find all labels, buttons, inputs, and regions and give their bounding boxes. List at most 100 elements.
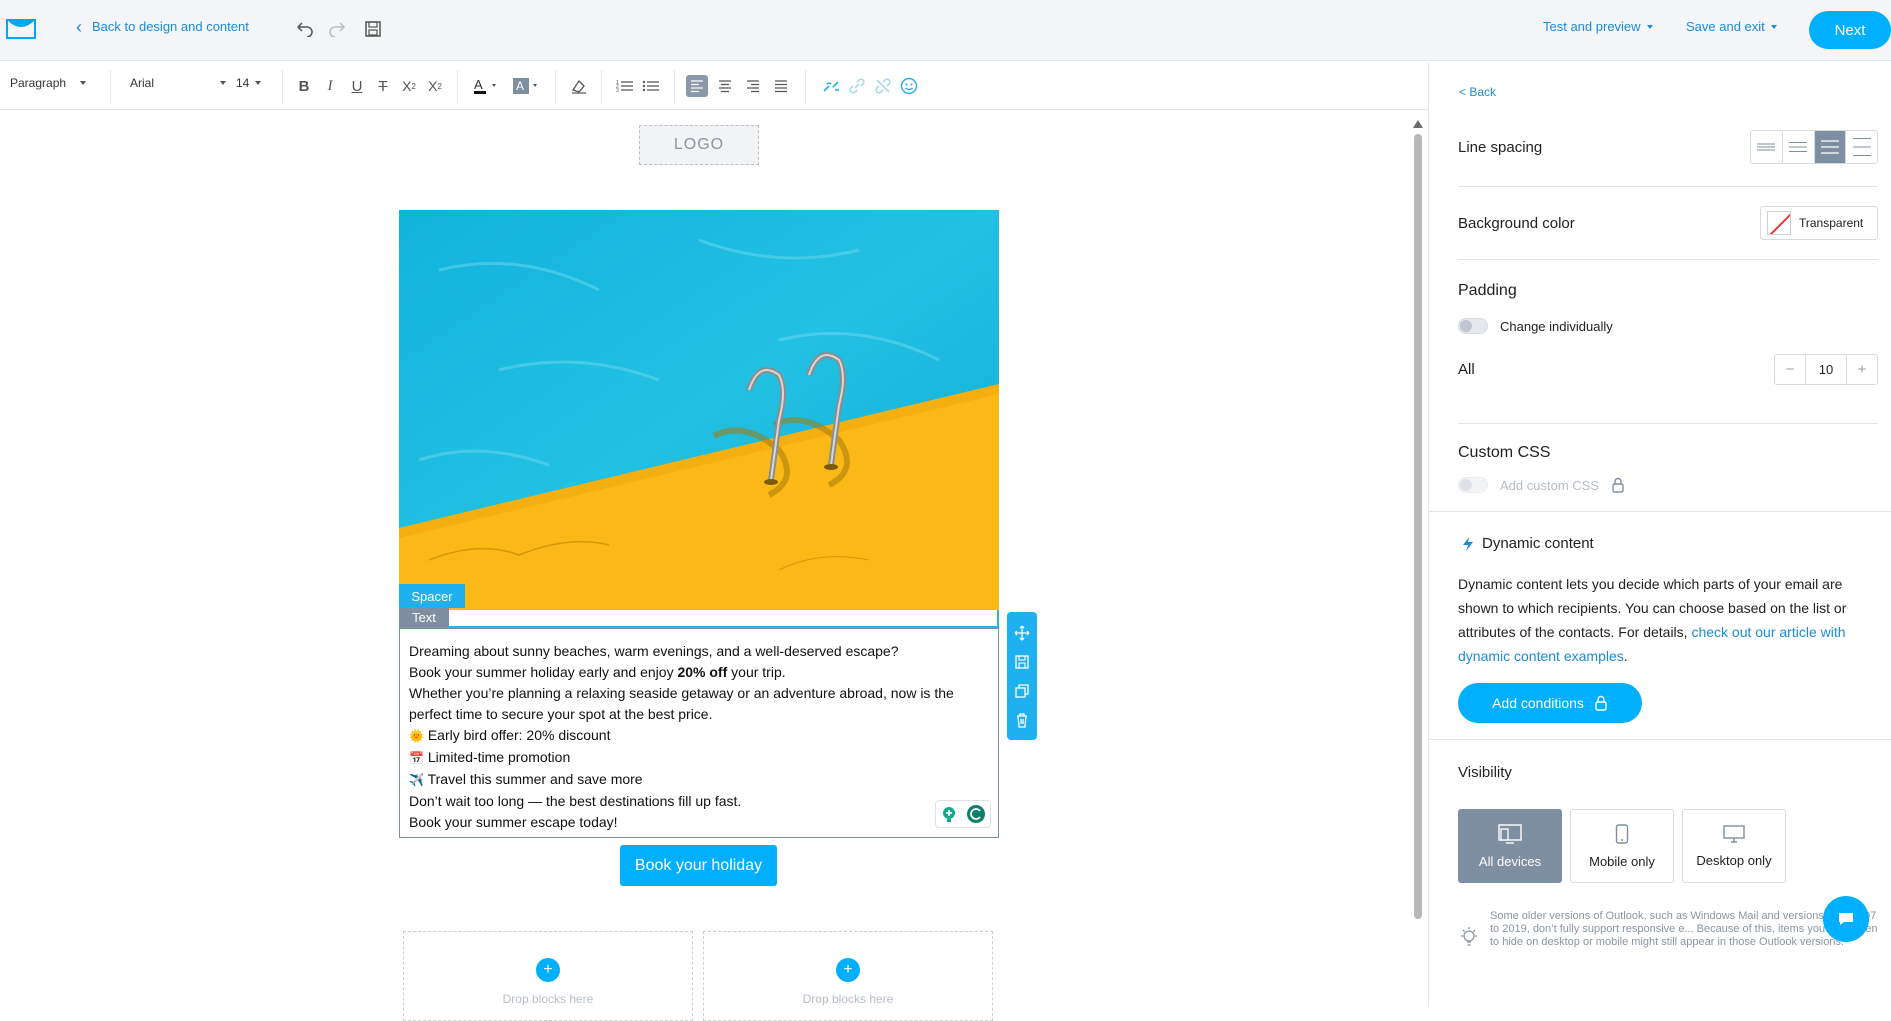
desktop-icon	[1723, 824, 1745, 843]
visibility-label: Visibility	[1458, 764, 1512, 781]
increment-button[interactable]: +	[1847, 355, 1877, 384]
visibility-mobile-only[interactable]: Mobile only	[1570, 809, 1674, 883]
drop-zone-left[interactable]: + Drop blocks here	[403, 931, 693, 1021]
book-holiday-button[interactable]: Book your holiday	[620, 845, 777, 886]
airplane-emoji-icon: ✈️	[409, 773, 424, 787]
background-color-picker[interactable]: Transparent	[1760, 206, 1878, 240]
duplicate-icon[interactable]	[1014, 683, 1030, 699]
caret-down-icon	[255, 81, 262, 85]
block-actions-toolbar	[1007, 612, 1037, 740]
custom-css-row: Add custom CSS	[1458, 477, 1625, 493]
align-right-icon[interactable]	[742, 75, 764, 97]
unordered-list-icon[interactable]	[640, 75, 662, 97]
line-spacing-wide-icon	[1820, 140, 1839, 154]
move-icon[interactable]	[1014, 625, 1030, 641]
getresponse-logo-icon[interactable]	[6, 18, 36, 40]
align-justify-icon[interactable]	[770, 75, 792, 97]
drop-zone-right[interactable]: + Drop blocks here	[703, 931, 993, 1021]
emoji-icon[interactable]	[898, 75, 920, 97]
back-to-design-link[interactable]: ‹ Back to design and content	[76, 16, 249, 37]
paragraph-select-value: Paragraph	[10, 76, 67, 90]
link-icon[interactable]	[846, 75, 868, 97]
visibility-all-devices[interactable]: All devices	[1458, 809, 1562, 883]
test-and-preview-menu[interactable]: Test and preview	[1543, 19, 1653, 34]
svg-text:3: 3	[616, 88, 619, 93]
svg-text:A: A	[516, 79, 524, 93]
line-spacing-tight[interactable]	[1751, 131, 1783, 163]
add-conditions-label: Add conditions	[1492, 695, 1584, 711]
text-line: Whether you’re planning a relaxing seasi…	[409, 685, 954, 701]
line-spacing-normal[interactable]	[1783, 131, 1815, 163]
desktop-only-label: Desktop only	[1696, 852, 1772, 868]
chat-support-button[interactable]	[1823, 896, 1869, 942]
italic-icon[interactable]: I	[319, 75, 341, 97]
all-devices-label: All devices	[1478, 853, 1542, 869]
format-toolbar: Paragraph Arial 14 B I U T X2 X2 A A 123	[0, 62, 1428, 110]
text-line: ✈️ Travel this summer and save more	[409, 769, 989, 791]
clear-format-icon[interactable]	[568, 75, 590, 97]
line-spacing-label: Line spacing	[1458, 139, 1543, 156]
chevron-left-icon: ‹	[76, 16, 82, 37]
line-spacing-extra-wide[interactable]	[1846, 131, 1877, 163]
panel-divider	[1458, 423, 1878, 424]
canvas-scrollbar[interactable]	[1412, 118, 1424, 923]
next-button[interactable]: Next	[1809, 11, 1891, 49]
trash-icon[interactable]	[1014, 712, 1030, 728]
align-center-icon[interactable]	[714, 75, 736, 97]
text-span: Book your summer holiday early and enjoy	[409, 664, 678, 680]
dynamic-content-title: Dynamic content	[1482, 535, 1594, 552]
dynamic-desc-end: .	[1623, 648, 1628, 664]
text-line: perfect time to secure your spot at the …	[409, 706, 713, 722]
toolbar-divider	[282, 70, 283, 104]
pool-hero-image[interactable]	[399, 210, 999, 610]
change-individually-toggle[interactable]	[1458, 318, 1488, 334]
undo-icon[interactable]	[294, 18, 316, 40]
toolbar-divider	[805, 70, 806, 104]
superscript-icon[interactable]: X2	[424, 75, 446, 97]
back-to-design-label: Back to design and content	[92, 19, 249, 34]
highlight-color-icon[interactable]: A	[510, 75, 544, 97]
save-block-icon[interactable]	[1014, 654, 1030, 670]
underline-icon[interactable]: U	[346, 75, 368, 97]
spacer-block-tag[interactable]: Spacer	[399, 584, 465, 608]
padding-value[interactable]: 10	[1805, 355, 1847, 384]
text-line: Dreaming about sunny beaches, warm eveni…	[409, 643, 899, 659]
edit-link-icon[interactable]	[820, 75, 842, 97]
unlink-icon[interactable]	[872, 75, 894, 97]
font-size-select[interactable]: 14	[236, 76, 262, 90]
background-color-value: Transparent	[1799, 216, 1864, 230]
plus-icon[interactable]: +	[536, 958, 560, 982]
subscript-icon[interactable]: X2	[398, 75, 420, 97]
custom-css-label: Custom CSS	[1458, 444, 1551, 461]
text-block-tag[interactable]: Text	[399, 607, 449, 627]
ai-suggest-icon[interactable]	[940, 805, 958, 823]
line-spacing-tight-icon	[1757, 143, 1776, 151]
paragraph-select[interactable]: Paragraph	[10, 76, 87, 90]
line-spacing-wide[interactable]	[1814, 131, 1847, 163]
font-size-value: 14	[236, 76, 250, 90]
calendar-emoji-icon: 📅	[409, 751, 424, 765]
visibility-desktop-only[interactable]: Desktop only	[1682, 809, 1786, 883]
toolbar-divider	[110, 70, 111, 104]
caret-down-icon	[220, 81, 227, 85]
logo-placeholder[interactable]: LOGO	[639, 125, 759, 165]
text-line: Book your summer holiday early and enjoy…	[409, 662, 989, 683]
save-and-exit-menu[interactable]: Save and exit	[1686, 19, 1777, 34]
text-span: your trip.	[727, 664, 786, 680]
text-color-icon[interactable]: A	[470, 75, 504, 97]
save-icon[interactable]	[362, 18, 384, 40]
grammar-check-icon[interactable]	[966, 804, 986, 824]
panel-divider	[1428, 739, 1891, 740]
bold-icon[interactable]: B	[293, 75, 315, 97]
text-block[interactable]: Dreaming about sunny beaches, warm eveni…	[399, 628, 999, 838]
strikethrough-icon[interactable]: T	[372, 75, 394, 97]
panel-back-link[interactable]: < Back	[1459, 85, 1496, 99]
plus-icon[interactable]: +	[836, 958, 860, 982]
ordered-list-icon[interactable]: 123	[614, 75, 636, 97]
decrement-button[interactable]: −	[1775, 355, 1805, 384]
custom-css-toggle[interactable]	[1458, 477, 1488, 493]
align-left-icon[interactable]	[686, 75, 708, 97]
font-select[interactable]: Arial	[130, 76, 227, 90]
add-conditions-button[interactable]: Add conditions	[1458, 683, 1642, 723]
redo-icon[interactable]	[326, 18, 348, 40]
